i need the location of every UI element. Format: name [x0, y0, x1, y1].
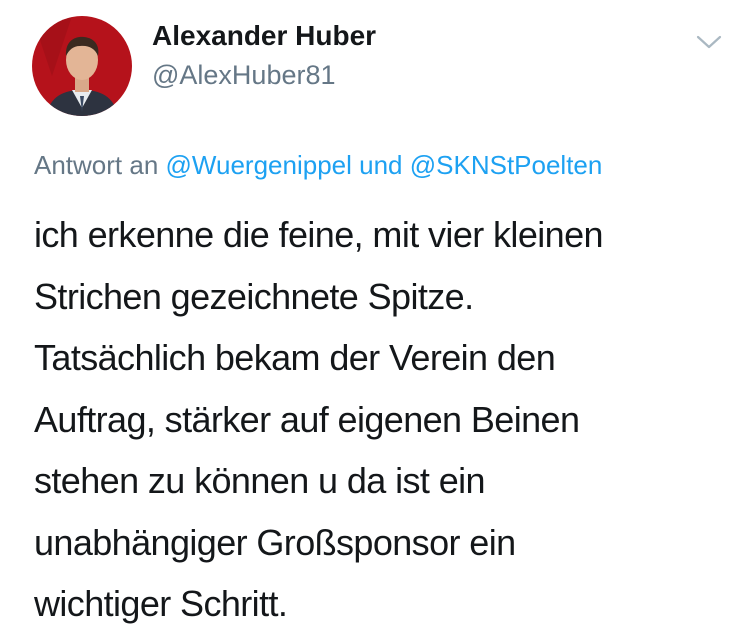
- mention-link-sknstpoelten[interactable]: @SKNStPoelten: [410, 150, 603, 180]
- reply-conjunction: und: [359, 150, 403, 180]
- tweet-text-line: Auftrag, stärker auf eigenen Beinen: [34, 398, 580, 440]
- reply-context: Antwort an @Wuergenippel und @SKNStPoelt…: [34, 150, 602, 181]
- tweet-text-line: Strichen gezeichnete Spitze.: [34, 275, 474, 317]
- chevron-down-icon[interactable]: [694, 30, 724, 54]
- avatar-photo: [32, 16, 132, 116]
- tweet-text: ich erkenne die feine, mit vier kleinen …: [34, 204, 734, 630]
- tweet-text-line: Tatsächlich bekam der Verein den: [34, 337, 556, 378]
- tweet-text-line: ich erkenne die feine, mit vier kleinen: [34, 214, 604, 255]
- display-name[interactable]: Alexander Huber: [152, 20, 376, 52]
- tweet-text-line: unabhängiger Großsponsor ein: [34, 521, 516, 563]
- reply-prefix: Antwort an: [34, 150, 159, 180]
- tweet-text-line: wichtiger Schritt.: [34, 583, 288, 624]
- avatar[interactable]: [32, 16, 132, 116]
- user-handle[interactable]: @AlexHuber81: [152, 60, 336, 91]
- tweet-text-line: stehen zu können u da ist ein: [34, 460, 486, 501]
- mention-link-wuergenippel[interactable]: @Wuergenippel: [166, 150, 352, 180]
